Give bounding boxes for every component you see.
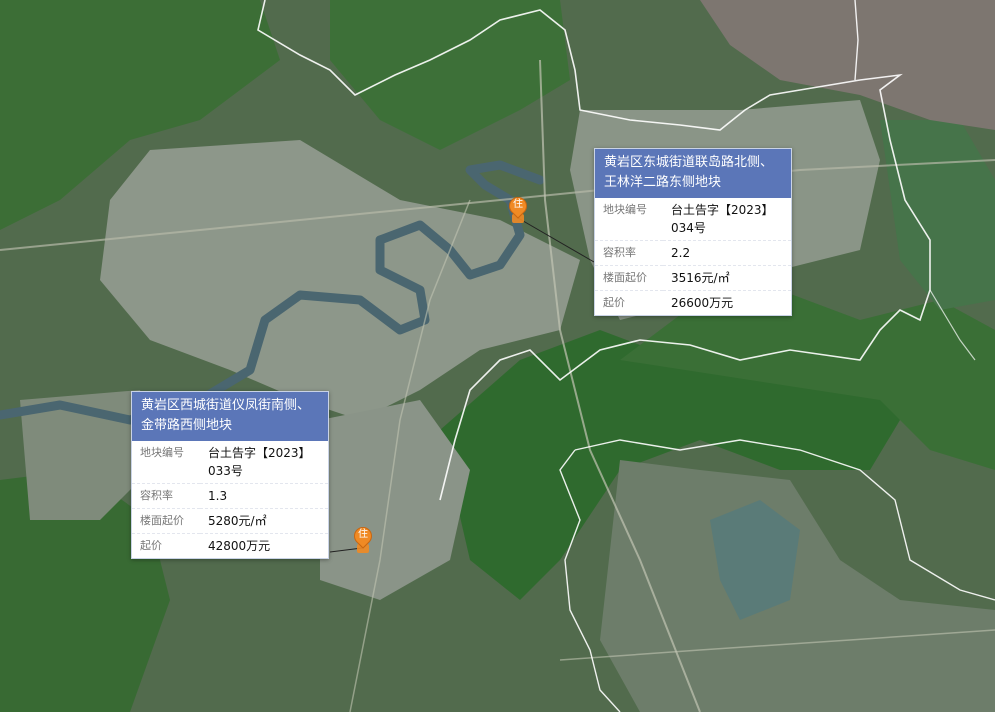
card-row: 起价 26600万元 [595, 291, 791, 316]
row-key: 楼面起价 [595, 265, 663, 291]
row-value: 1.3 [200, 483, 328, 509]
parcel-034-pin[interactable]: 住 [505, 193, 531, 223]
pin-label: 住 [513, 199, 523, 210]
card-row: 容积率 2.2 [595, 240, 791, 266]
card-row: 楼面起价 3516元/㎡ [595, 265, 791, 291]
row-key: 起价 [603, 296, 625, 309]
card-title: 黄岩区东城街道联岛路北侧、王林洋二路东侧地块 [595, 149, 791, 198]
row-value: 台土告字【2023】034号 [663, 198, 791, 241]
row-value: 3516元/㎡ [663, 265, 791, 291]
card-row: 楼面起价 5280元/㎡ [132, 508, 328, 534]
row-value: 台土告字【2023】033号 [200, 441, 328, 484]
card-row: 起价 42800万元 [132, 534, 328, 559]
row-key: 容积率 [132, 483, 200, 509]
card-row: 地块编号 台土告字【2023】033号 [132, 441, 328, 484]
row-value: 5280元/㎡ [200, 508, 328, 534]
parcel-033-pin[interactable]: 住 [350, 523, 376, 553]
row-key: 起价 [140, 539, 162, 552]
card-row: 容积率 1.3 [132, 483, 328, 509]
card-title: 黄岩区西城街道仪凤街南侧、金带路西侧地块 [132, 392, 328, 441]
row-key: 地块编号 [595, 198, 663, 241]
card-table: 地块编号 台土告字【2023】034号 容积率 2.2 楼面起价 3516元/㎡ 起价… [595, 198, 791, 315]
satellite-map[interactable]: 住 住 黄岩区东城街道联岛路北侧、王林洋二路东侧地块 地块编号 台土告字【2023… [0, 0, 995, 712]
row-key: 楼面起价 [132, 508, 200, 534]
pin-label: 住 [358, 529, 368, 540]
row-value: 26600万元 [671, 296, 734, 310]
map-background [0, 0, 995, 712]
row-key: 地块编号 [132, 441, 200, 484]
parcel-034-info-card: 黄岩区东城街道联岛路北侧、王林洋二路东侧地块 地块编号 台土告字【2023】034… [594, 148, 792, 316]
row-value: 42800万元 [208, 539, 271, 553]
card-row: 地块编号 台土告字【2023】034号 [595, 198, 791, 241]
parcel-033-info-card: 黄岩区西城街道仪凤街南侧、金带路西侧地块 地块编号 台土告字【2023】033号 … [131, 391, 329, 559]
card-table: 地块编号 台土告字【2023】033号 容积率 1.3 楼面起价 5280元/㎡ 起价… [132, 441, 328, 558]
row-value: 2.2 [663, 240, 791, 266]
row-key: 容积率 [595, 240, 663, 266]
